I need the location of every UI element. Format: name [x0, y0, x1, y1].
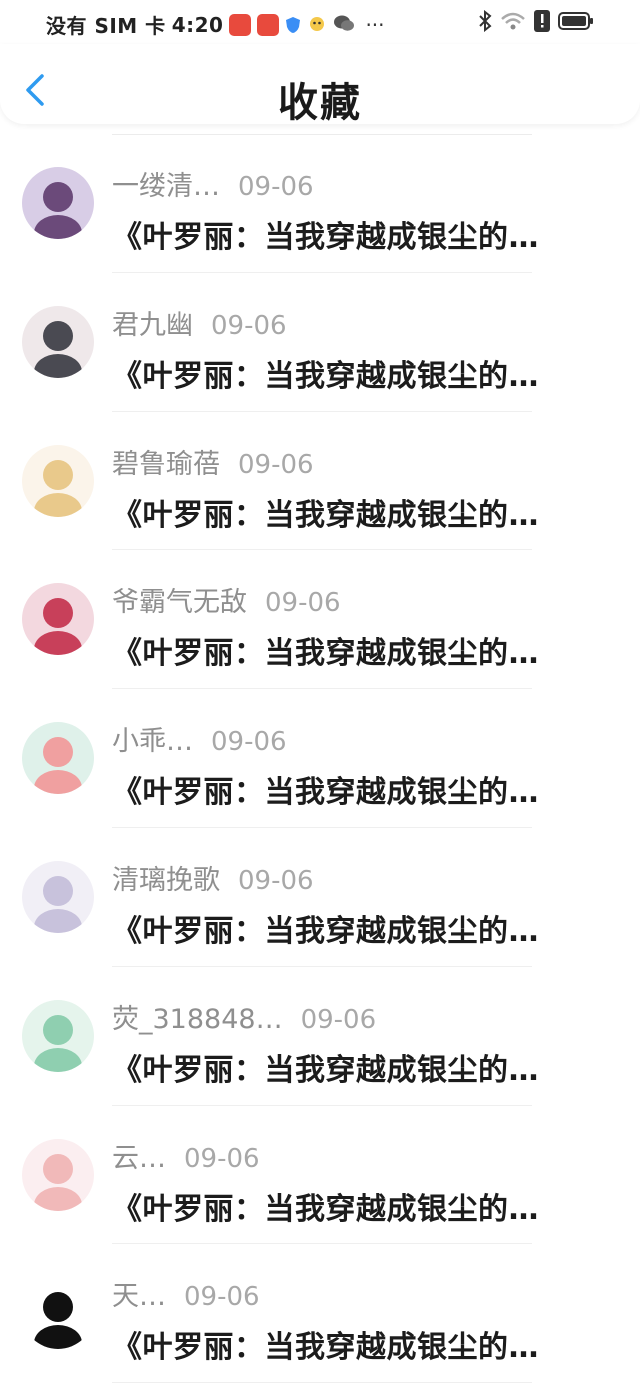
shopping-app-icon	[229, 13, 252, 36]
wechat-icon	[333, 13, 355, 37]
item-meta: 小乖… 09-06	[112, 719, 287, 758]
divider	[112, 1382, 532, 1384]
item-date: 09-06	[265, 588, 341, 619]
user-name[interactable]: 碧鲁瑜蓓	[112, 442, 220, 481]
item-date: 09-06	[211, 727, 287, 758]
list-item[interactable]: 君九幽 09-06 《叶罗丽：当我穿越成银尘的…	[0, 273, 640, 412]
item-meta: 清璃挽歌 09-06	[112, 858, 314, 897]
emoji-app-icon	[307, 13, 327, 37]
list-item[interactable]: 天… 09-06 《叶罗丽：当我穿越成银尘的…	[0, 1244, 640, 1384]
item-content[interactable]: 《叶罗丽：当我穿越成银尘的…	[112, 906, 612, 950]
user-name[interactable]: 云…	[112, 1136, 166, 1175]
avatar[interactable]	[22, 583, 94, 656]
user-name[interactable]: 一缕清…	[112, 164, 220, 203]
item-meta: 云… 09-06	[112, 1136, 260, 1175]
list-item[interactable]: 爷霸气无敌 09-06 《叶罗丽：当我穿越成银尘的…	[0, 550, 640, 690]
item-content[interactable]: 《叶罗丽：当我穿越成银尘的…	[112, 628, 612, 672]
avatar[interactable]	[22, 999, 94, 1072]
item-content[interactable]: 《叶罗丽：当我穿越成银尘的…	[112, 767, 612, 811]
item-date: 09-06	[211, 310, 287, 341]
list-item[interactable]: 碧鲁瑜蓓 09-06 《叶罗丽：当我穿越成银尘的…	[0, 412, 640, 551]
item-date: 09-06	[238, 449, 314, 480]
item-content[interactable]: 《叶罗丽：当我穿越成银尘的…	[112, 351, 612, 395]
item-date: 09-06	[300, 1004, 377, 1035]
item-content[interactable]: 《叶罗丽：当我穿越成银尘的…	[112, 1045, 612, 1089]
item-content[interactable]: 《叶罗丽：当我穿越成银尘的…	[112, 1322, 612, 1366]
user-name[interactable]: 清璃挽歌	[112, 858, 220, 897]
list-item[interactable]: 云… 09-06 《叶罗丽：当我穿越成银尘的…	[0, 1106, 640, 1245]
header: 收藏	[0, 44, 640, 126]
item-meta: 一缕清… 09-06	[112, 164, 314, 203]
avatar[interactable]	[22, 1277, 94, 1350]
item-meta: 荧_318848… 09-06	[112, 997, 376, 1036]
user-name[interactable]: 天…	[112, 1274, 166, 1313]
bluetooth-icon	[478, 9, 492, 36]
battery-icon	[558, 11, 594, 35]
item-meta: 爷霸气无敌 09-06	[112, 580, 341, 619]
item-content[interactable]: 《叶罗丽：当我穿越成银尘的…	[112, 212, 612, 256]
avatar[interactable]	[22, 444, 94, 517]
item-content[interactable]: 《叶罗丽：当我穿越成银尘的…	[112, 1184, 612, 1228]
item-meta: 碧鲁瑜蓓 09-06	[112, 442, 314, 481]
list-item[interactable]: 荧_318848… 09-06 《叶罗丽：当我穿越成银尘的…	[0, 967, 640, 1106]
item-date: 09-06	[184, 1143, 260, 1174]
avatar[interactable]	[22, 860, 94, 933]
clock: 4:20	[171, 12, 224, 37]
wifi-icon	[500, 11, 526, 35]
user-name[interactable]: 小乖…	[112, 719, 193, 758]
user-name[interactable]: 君九幽	[112, 303, 193, 342]
list-item[interactable]: 清璃挽歌 09-06 《叶罗丽：当我穿越成银尘的…	[0, 828, 640, 967]
page-title: 收藏	[278, 80, 362, 126]
item-date: 09-06	[238, 172, 314, 202]
item-date: 09-06	[238, 865, 314, 896]
more-notifications-icon: ···	[365, 12, 385, 37]
alert-icon	[534, 10, 550, 36]
status-bar: 没有 SIM 卡 4:20 ···	[0, 0, 640, 44]
carrier-label: 没有 SIM 卡	[46, 14, 166, 38]
item-date: 09-06	[184, 1282, 260, 1313]
user-name[interactable]: 爷霸气无敌	[112, 580, 247, 619]
list-item[interactable]: 一缕清… 09-06 《叶罗丽：当我穿越成银尘的…	[0, 134, 640, 273]
list-item[interactable]: 小乖… 09-06 《叶罗丽：当我穿越成银尘的…	[0, 689, 640, 828]
item-content[interactable]: 《叶罗丽：当我穿越成银尘的…	[112, 490, 612, 534]
item-meta: 君九幽 09-06	[112, 303, 287, 342]
avatar[interactable]	[22, 722, 94, 795]
avatar[interactable]	[22, 167, 94, 239]
favorites-list: 一缕清… 09-06 《叶罗丽：当我穿越成银尘的… 君九幽 09-06 《叶罗丽…	[0, 134, 640, 1384]
user-name[interactable]: 荧_318848…	[112, 997, 283, 1036]
shield-icon	[285, 16, 301, 34]
shopping-app-icon-2	[257, 13, 280, 36]
item-meta: 天… 09-06	[112, 1274, 260, 1313]
avatar[interactable]	[22, 305, 94, 378]
avatar[interactable]	[22, 1138, 94, 1211]
